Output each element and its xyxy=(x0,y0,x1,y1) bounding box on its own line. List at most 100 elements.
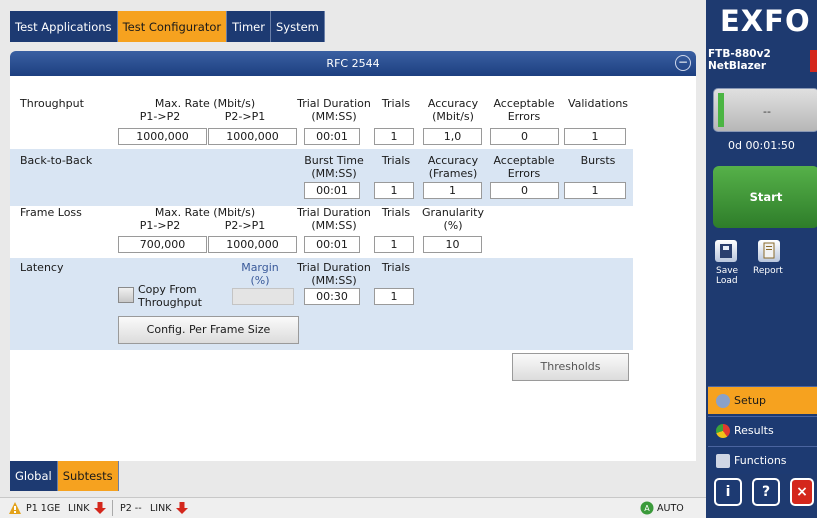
frameloss-granularity-header: Granularity xyxy=(422,206,484,219)
throughput-trialduration-input[interactable]: 00:01 xyxy=(304,128,360,145)
device-name: FTB-880v2 NetBlazer xyxy=(708,48,771,72)
throughput-p2p1-input[interactable]: 1000,000 xyxy=(208,128,297,145)
close-icon[interactable]: × xyxy=(790,478,814,506)
frameloss-granularity-unit: (%) xyxy=(443,219,463,232)
b2b-trials-input[interactable]: 1 xyxy=(374,182,414,199)
frameloss-trialduration-unit: (MM:SS) xyxy=(311,219,357,232)
tab-system[interactable]: System xyxy=(270,11,325,42)
throughput-errors-header: Errors xyxy=(507,110,541,123)
auto-label: AUTO xyxy=(657,503,684,514)
nav-functions[interactable]: Functions xyxy=(708,446,817,474)
b2b-trials-header: Trials xyxy=(381,154,411,167)
b2b-acceptable-header: Acceptable xyxy=(493,154,555,167)
nav-setup[interactable]: Setup xyxy=(708,386,817,414)
link-down-arrow-icon xyxy=(94,502,106,514)
report-icon[interactable] xyxy=(758,240,780,262)
throughput-trials-header: Trials xyxy=(381,97,411,110)
app-window: Test Applications Test Configurator Time… xyxy=(0,0,817,518)
info-icon[interactable]: i xyxy=(714,478,742,506)
port1-link-label: LINK xyxy=(68,503,90,514)
b2b-bursttime-unit: (MM:SS) xyxy=(311,167,357,180)
throughput-maxrate-header: Max. Rate (Mbit/s) xyxy=(154,97,256,110)
throughput-acceptable-header: Acceptable xyxy=(493,97,555,110)
help-icon[interactable]: ? xyxy=(752,478,780,506)
elapsed-timer: 0d 00:01:50 xyxy=(728,139,795,152)
latency-trials-input[interactable]: 1 xyxy=(374,288,414,305)
svg-text:A: A xyxy=(644,504,650,513)
latency-trialduration-header: Trial Duration xyxy=(297,261,371,274)
thresholds-button[interactable]: Thresholds xyxy=(512,353,629,381)
latency-margin-unit: (%) xyxy=(250,274,270,287)
throughput-validations-input[interactable]: 1 xyxy=(564,128,626,145)
frameloss-p1p2-header: P1->P2 xyxy=(139,219,181,232)
tab-global[interactable]: Global xyxy=(10,461,58,491)
save-label: Save xyxy=(716,266,739,276)
collapse-icon[interactable]: − xyxy=(675,55,691,71)
tab-timer[interactable]: Timer xyxy=(227,11,271,42)
rfc2544-panel: Throughput Max. Rate (Mbit/s) P1->P2 P2-… xyxy=(10,76,696,461)
frameloss-p2p1-input[interactable]: 1000,000 xyxy=(208,236,297,253)
auto-icon: A xyxy=(640,501,654,515)
frameloss-granularity-input[interactable]: 10 xyxy=(423,236,482,253)
load-label: Load xyxy=(716,276,738,286)
top-bar: Test Applications Test Configurator Time… xyxy=(0,0,706,44)
throughput-text-label: Throughput xyxy=(138,296,202,309)
throughput-p2p1-header: P2->P1 xyxy=(224,110,266,123)
nav-functions-label: Functions xyxy=(734,454,787,467)
report-label: Report xyxy=(753,266,783,276)
alarm-icon xyxy=(810,50,817,72)
device-model: FTB-880v2 xyxy=(708,48,771,60)
latency-margin-input[interactable] xyxy=(232,288,294,305)
port2-link-label: LINK xyxy=(150,503,172,514)
latency-trialduration-unit: (MM:SS) xyxy=(311,274,357,287)
b2b-bursttime-input[interactable]: 00:01 xyxy=(304,182,360,199)
latency-label: Latency xyxy=(20,261,64,274)
frameloss-trialduration-input[interactable]: 00:01 xyxy=(304,236,360,253)
latency-trialduration-input[interactable]: 00:30 xyxy=(304,288,360,305)
back-to-back-label: Back-to-Back xyxy=(20,154,93,167)
tab-subtests[interactable]: Subtests xyxy=(57,461,119,491)
frameloss-trials-header: Trials xyxy=(381,206,411,219)
port2-label: P2 -- xyxy=(120,503,142,514)
b2b-accuracy-input[interactable]: 1 xyxy=(423,182,482,199)
config-per-frame-size-button[interactable]: Config. Per Frame Size xyxy=(118,316,299,344)
throughput-trials-input[interactable]: 1 xyxy=(374,128,414,145)
tab-test-configurator[interactable]: Test Configurator xyxy=(117,11,228,42)
frameloss-p1p2-input[interactable]: 700,000 xyxy=(118,236,207,253)
b2b-accuracy-unit: (Frames) xyxy=(428,167,478,180)
throughput-p1p2-header: P1->P2 xyxy=(139,110,181,123)
throughput-accuracy-unit: (Mbit/s) xyxy=(432,110,474,123)
nav-results[interactable]: Results xyxy=(708,416,817,444)
status-divider xyxy=(112,500,113,516)
b2b-acceptable-errors-input[interactable]: 0 xyxy=(490,182,559,199)
tools-icon xyxy=(716,453,730,468)
frameloss-maxrate-header: Max. Rate (Mbit/s) xyxy=(154,206,256,219)
nav-results-label: Results xyxy=(734,424,774,437)
throughput-p1p2-input[interactable]: 1000,000 xyxy=(118,128,207,145)
device-product: NetBlazer xyxy=(708,60,767,72)
panel-title: RFC 2544 xyxy=(326,57,380,70)
warning-icon xyxy=(9,502,21,514)
b2b-bursts-input[interactable]: 1 xyxy=(564,182,626,199)
frameloss-trialduration-header: Trial Duration xyxy=(297,206,371,219)
b2b-bursttime-header: Burst Time xyxy=(304,154,364,167)
frameloss-p2p1-header: P2->P1 xyxy=(224,219,266,232)
copy-from-label: Copy From xyxy=(138,283,197,296)
tab-test-applications[interactable]: Test Applications xyxy=(10,11,118,42)
nav-setup-label: Setup xyxy=(734,394,767,407)
throughput-validations-header: Validations xyxy=(567,97,629,110)
status-bar: P1 1GE LINK P2 -- LINK A AUTO xyxy=(0,497,706,518)
test-progress-bar: -- xyxy=(713,88,817,132)
frameloss-trials-input[interactable]: 1 xyxy=(374,236,414,253)
port1-label: P1 1GE xyxy=(26,503,61,514)
copy-from-throughput-checkbox[interactable] xyxy=(118,287,134,303)
gear-icon xyxy=(716,393,730,408)
throughput-acceptable-errors-input[interactable]: 0 xyxy=(490,128,559,145)
save-load-icon[interactable] xyxy=(715,240,737,262)
start-button[interactable]: Start xyxy=(713,166,817,228)
throughput-accuracy-input[interactable]: 1,0 xyxy=(423,128,482,145)
bottom-tabs: Global Subtests xyxy=(10,461,119,491)
right-sidebar: EXFO FTB-880v2 NetBlazer -- 0d 00:01:50 … xyxy=(706,0,817,518)
latency-margin-header: Margin xyxy=(241,261,279,274)
latency-trials-header: Trials xyxy=(381,261,411,274)
